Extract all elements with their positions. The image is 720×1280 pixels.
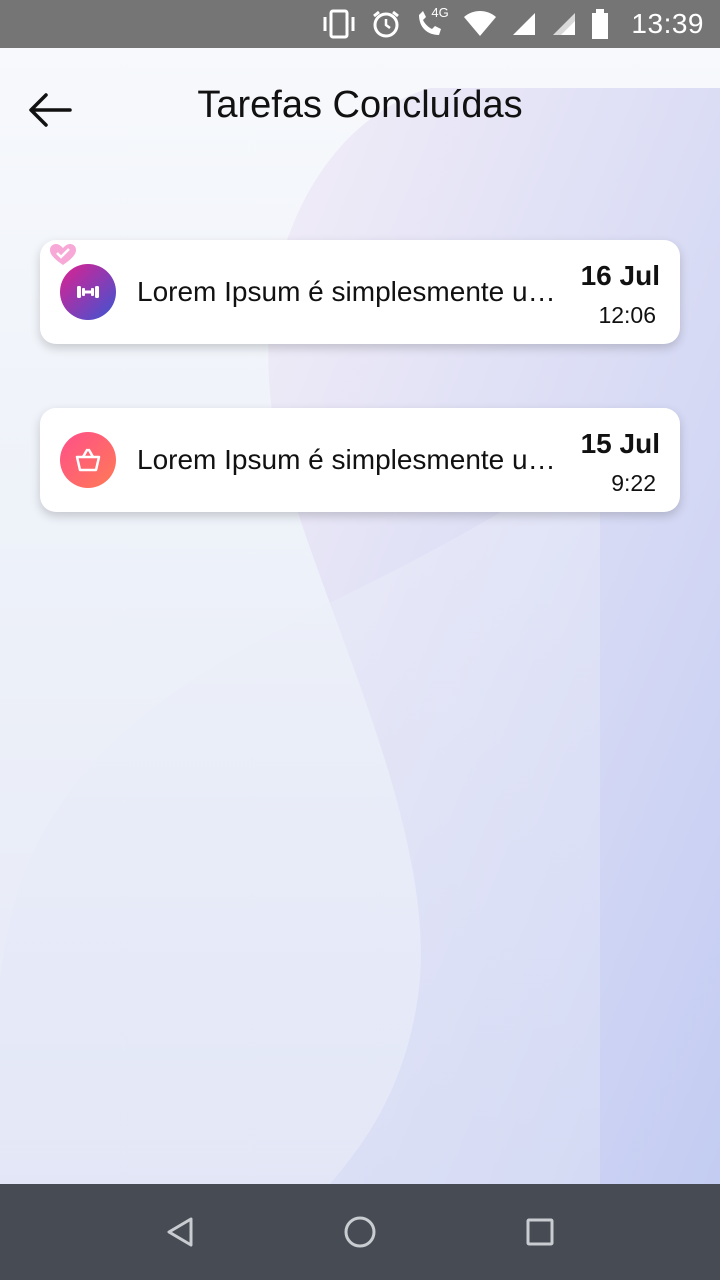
task-time: 9:22 [611, 470, 656, 496]
task-date: 15 Jul [580, 428, 660, 459]
task-title: Lorem Ipsum é simplesmente uma simulação… [137, 276, 557, 307]
recents-square-icon [526, 1218, 554, 1246]
nav-recents-button[interactable] [516, 1208, 564, 1256]
page-title: Tarefas Concluídas [197, 84, 523, 126]
dumbbell-icon [77, 286, 99, 298]
task-title: Lorem Ipsum é simplesmente uma simulação… [137, 444, 557, 475]
task-time: 12:06 [598, 302, 656, 328]
network-type-label: 4G [431, 5, 449, 20]
task-category-icon [60, 264, 116, 320]
wifi-icon [463, 10, 497, 38]
vibrate-icon [321, 9, 357, 39]
signal-icon [511, 11, 537, 37]
task-date: 16 Jul [580, 260, 660, 291]
basket-icon [75, 448, 101, 472]
back-triangle-icon [167, 1217, 193, 1247]
main-screen: Tarefas Concluídas Lorem Ipsum é simples… [0, 48, 720, 1184]
navigation-bar [0, 1184, 720, 1280]
task-category-icon [60, 432, 116, 488]
home-circle-icon [344, 1216, 376, 1248]
background-wave [0, 88, 720, 1184]
nav-home-button[interactable] [336, 1208, 384, 1256]
header: Tarefas Concluídas [0, 48, 720, 168]
volte-call-icon: 4G [415, 5, 449, 39]
heart-check-icon [50, 244, 76, 271]
status-time: 13:39 [631, 8, 704, 39]
status-bar: 4G 13:39 [0, 0, 720, 48]
nav-back-button[interactable] [156, 1208, 204, 1256]
signal-icon [551, 11, 577, 37]
completed-task-card[interactable]: Lorem Ipsum é simplesmente uma simulação… [40, 240, 680, 344]
alarm-icon [371, 9, 401, 39]
battery-icon [591, 9, 609, 39]
completed-task-card[interactable]: Lorem Ipsum é simplesmente uma simulação… [40, 408, 680, 512]
